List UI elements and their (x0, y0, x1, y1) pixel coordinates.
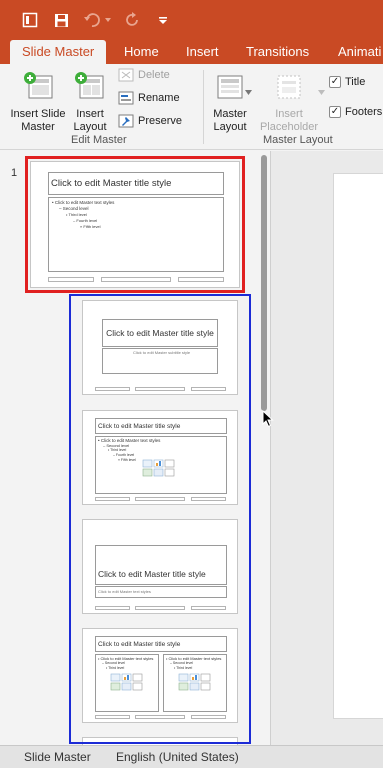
insert-placeholder-label: Insert Placeholder (259, 108, 319, 133)
tab-animations[interactable]: Animati (338, 40, 381, 64)
preserve-button[interactable]: Preserve (118, 114, 182, 128)
rename-label: Rename (138, 92, 180, 104)
undo-dropdown-icon[interactable] (102, 10, 114, 30)
checkmark-icon: ✓ (329, 76, 341, 88)
master-layout-dropdown-icon[interactable] (245, 86, 252, 98)
quick-access-toolbar (0, 0, 383, 40)
insert-placeholder-button[interactable]: Insert Placeholder (256, 70, 322, 134)
save-icon[interactable] (51, 10, 71, 30)
status-view-label: Slide Master (24, 750, 91, 764)
ribbon-tabs: Slide Master Home Insert Transitions Ani… (0, 40, 383, 64)
master-layout-label: Master Layout (213, 108, 247, 133)
master-highlight-frame (25, 156, 245, 293)
mouse-cursor-icon (262, 409, 274, 431)
edit-master-group-label: Edit Master (71, 134, 127, 146)
delete-icon (118, 68, 134, 82)
slide-number: 1 (11, 167, 18, 179)
editor-slide-canvas[interactable] (333, 173, 383, 719)
insert-slide-master-label: Insert Slide Master (10, 108, 66, 133)
footers-checkbox[interactable]: ✓ Footers (329, 106, 382, 118)
insert-slide-master-button[interactable]: Insert Slide Master (6, 70, 70, 134)
checkmark-icon: ✓ (329, 106, 341, 118)
status-bar: Slide Master English (United States) (0, 745, 383, 768)
undo-icon[interactable] (82, 10, 102, 30)
rename-icon (118, 91, 134, 105)
slide-editor[interactable] (271, 151, 383, 745)
customize-toolbar-icon[interactable] (153, 10, 173, 30)
scrollbar-thumb[interactable] (261, 155, 267, 411)
status-language[interactable]: English (United States) (116, 750, 239, 764)
tab-insert[interactable]: Insert (186, 40, 219, 64)
rename-button[interactable]: Rename (118, 91, 180, 105)
footers-checkbox-label: Footers (345, 106, 383, 118)
tab-slide-master[interactable]: Slide Master (10, 40, 107, 64)
slide-master-icon[interactable] (20, 10, 40, 30)
title-checkbox-label: Title (345, 76, 366, 88)
master-layout-group-label: Master Layout (263, 134, 333, 146)
tab-transitions[interactable]: Transitions (246, 40, 309, 64)
insert-placeholder-dropdown-icon[interactable] (318, 86, 325, 98)
insert-slide-master-icon (24, 72, 53, 99)
insert-placeholder-icon (277, 75, 301, 99)
insert-layout-button[interactable]: Insert Layout (70, 70, 110, 134)
insert-layout-icon (75, 72, 104, 99)
master-layout-icon (217, 75, 243, 99)
preserve-icon (118, 114, 134, 128)
preserve-label: Preserve (138, 115, 183, 127)
delete-button[interactable]: Delete (118, 68, 170, 82)
tab-home[interactable]: Home (124, 40, 159, 64)
insert-layout-label: Insert Layout (73, 108, 107, 133)
layouts-highlight-frame (69, 294, 251, 744)
ribbon-divider (203, 70, 204, 144)
title-checkbox[interactable]: ✓ Title (329, 76, 365, 88)
ribbon: Insert Slide Master Insert Layout Delete… (0, 64, 383, 150)
delete-label: Delete (138, 69, 170, 81)
master-layout-button[interactable]: Master Layout (208, 70, 252, 134)
redo-icon[interactable] (123, 10, 143, 30)
